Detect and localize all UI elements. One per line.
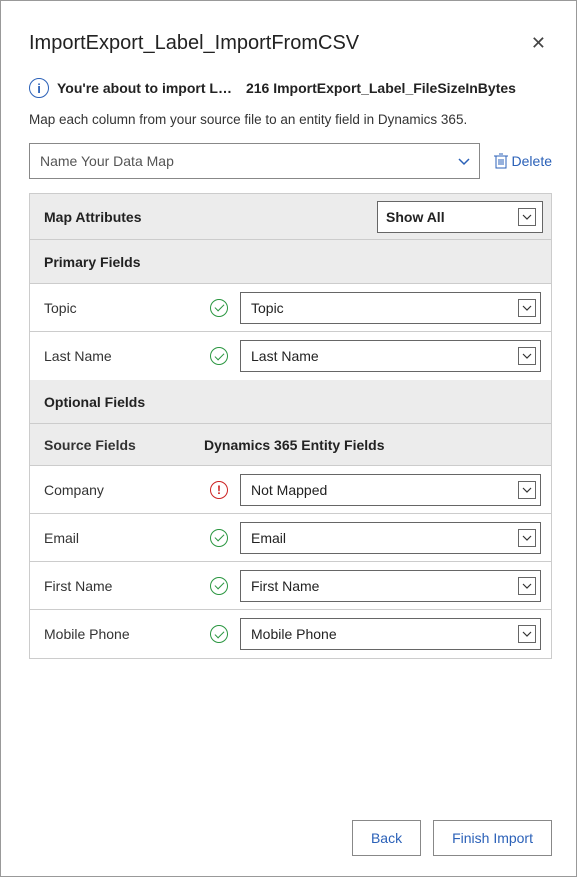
description-text: Map each column from your source file to… xyxy=(29,112,552,127)
info-row: i You're about to import L… 216 ImportEx… xyxy=(29,78,552,98)
check-circle-icon xyxy=(210,299,228,317)
title-row: ImportExport_Label_ImportFromCSV ✕ xyxy=(29,29,552,58)
entity-field-value: Email xyxy=(251,530,286,546)
source-field-label: First Name xyxy=(44,578,204,594)
entity-field-value: Last Name xyxy=(251,348,319,364)
entity-field-combo[interactable]: Last Name xyxy=(240,340,541,372)
source-field-label: Mobile Phone xyxy=(44,626,204,642)
trash-icon xyxy=(494,153,508,169)
source-field-label: Company xyxy=(44,482,204,498)
entity-field-value: First Name xyxy=(251,578,319,594)
entity-fields-col-label: Dynamics 365 Entity Fields xyxy=(204,437,385,453)
check-circle-icon xyxy=(210,529,228,547)
chevron-down-icon xyxy=(518,208,536,226)
chevron-down-icon xyxy=(518,299,536,317)
info-main-text: You're about to import L… xyxy=(57,80,232,96)
chevron-down-icon xyxy=(457,154,471,168)
show-all-value: Show All xyxy=(386,209,445,225)
table-row: Mobile Phone Mobile Phone xyxy=(30,610,551,658)
optional-column-headers: Source Fields Dynamics 365 Entity Fields xyxy=(30,424,551,466)
data-map-name-value: Name Your Data Map xyxy=(40,153,174,169)
table-row: Topic Topic xyxy=(30,284,551,332)
dialog-title: ImportExport_Label_ImportFromCSV xyxy=(29,32,359,55)
table-row: First Name First Name xyxy=(30,562,551,610)
chevron-down-icon xyxy=(518,347,536,365)
chevron-down-icon xyxy=(518,625,536,643)
entity-field-combo[interactable]: Topic xyxy=(240,292,541,324)
finish-import-button[interactable]: Finish Import xyxy=(433,820,552,856)
optional-fields-header: Optional Fields xyxy=(30,380,551,424)
source-fields-col-label: Source Fields xyxy=(44,437,204,453)
info-sub-text: 216 ImportExport_Label_FileSizeInBytes xyxy=(246,80,516,96)
entity-field-combo[interactable]: Mobile Phone xyxy=(240,618,541,650)
chevron-down-icon xyxy=(518,577,536,595)
data-map-row: Name Your Data Map Delete xyxy=(29,143,552,179)
table-header-attributes: Map Attributes Show All xyxy=(30,194,551,240)
entity-field-value: Topic xyxy=(251,300,284,316)
import-csv-dialog: ImportExport_Label_ImportFromCSV ✕ i You… xyxy=(0,0,577,877)
table-row: Company Not Mapped xyxy=(30,466,551,514)
chevron-down-icon xyxy=(518,529,536,547)
entity-field-combo[interactable]: First Name xyxy=(240,570,541,602)
check-circle-icon xyxy=(210,625,228,643)
table-row: Last Name Last Name xyxy=(30,332,551,380)
map-attributes-label: Map Attributes xyxy=(44,209,141,225)
data-map-name-combo[interactable]: Name Your Data Map xyxy=(29,143,480,179)
source-field-label: Topic xyxy=(44,300,204,316)
source-field-label: Last Name xyxy=(44,348,204,364)
entity-field-combo[interactable]: Email xyxy=(240,522,541,554)
check-circle-icon xyxy=(210,347,228,365)
delete-label: Delete xyxy=(512,153,552,169)
close-icon[interactable]: ✕ xyxy=(525,29,552,58)
source-field-label: Email xyxy=(44,530,204,546)
info-icon: i xyxy=(29,78,49,98)
back-button[interactable]: Back xyxy=(352,820,421,856)
dialog-footer: Back Finish Import xyxy=(29,804,552,856)
chevron-down-icon xyxy=(518,481,536,499)
table-row: Email Email xyxy=(30,514,551,562)
show-all-combo[interactable]: Show All xyxy=(377,201,543,233)
entity-field-value: Mobile Phone xyxy=(251,626,337,642)
entity-field-combo[interactable]: Not Mapped xyxy=(240,474,541,506)
error-circle-icon xyxy=(210,481,228,499)
check-circle-icon xyxy=(210,577,228,595)
entity-field-value: Not Mapped xyxy=(251,482,327,498)
mapping-table: Map Attributes Show All Primary Fields T… xyxy=(29,193,552,659)
delete-map-link[interactable]: Delete xyxy=(494,153,552,169)
primary-fields-header: Primary Fields xyxy=(30,240,551,284)
